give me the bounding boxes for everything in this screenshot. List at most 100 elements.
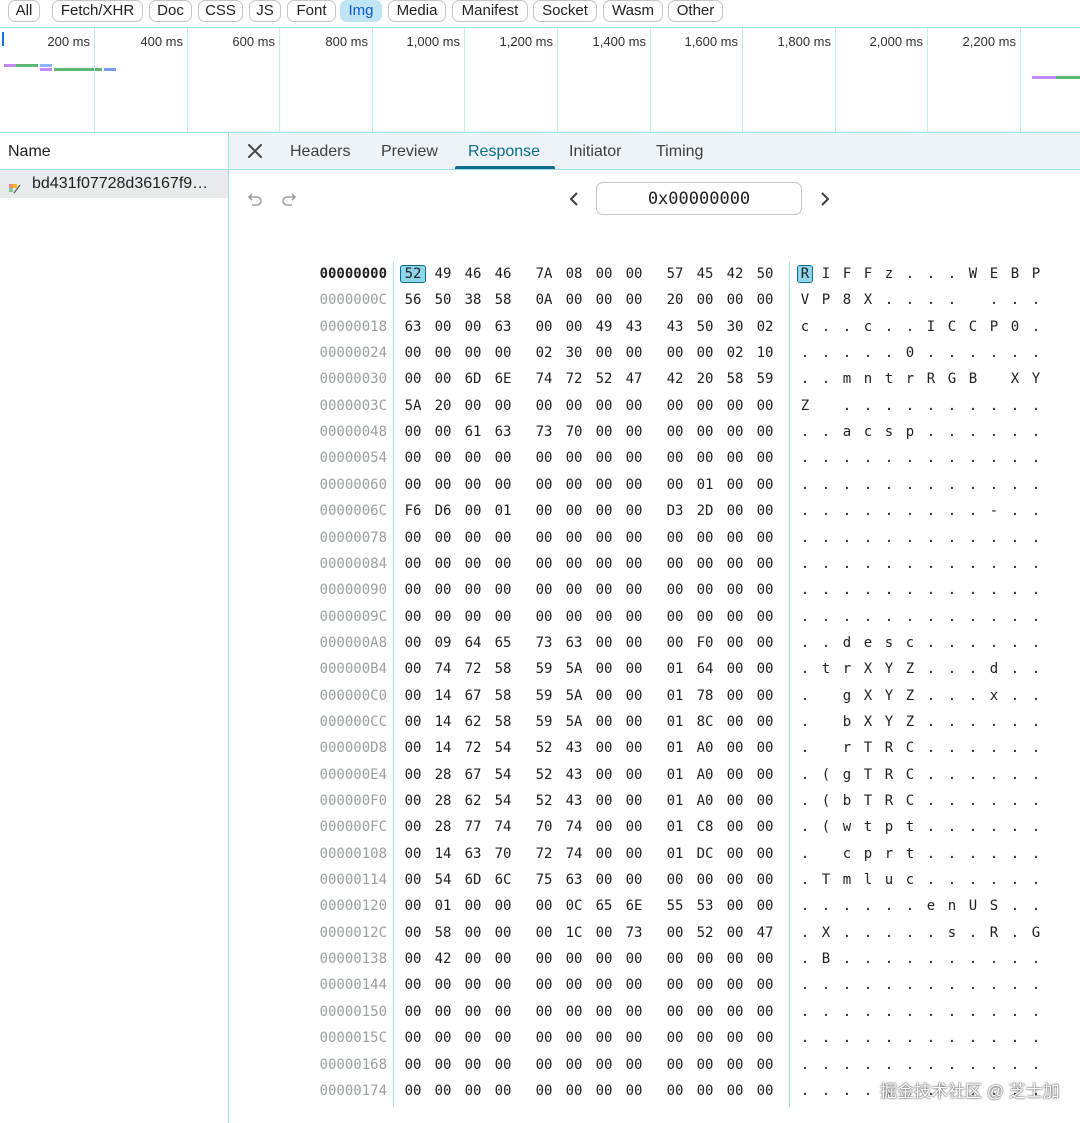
ascii-char[interactable]: C bbox=[903, 767, 917, 783]
ascii-char[interactable]: c bbox=[903, 635, 917, 651]
ascii-char[interactable]: . bbox=[987, 530, 1001, 546]
hex-byte[interactable]: 08 bbox=[562, 266, 586, 282]
ascii-char[interactable]: . bbox=[798, 556, 812, 572]
ascii-char[interactable]: . bbox=[903, 898, 917, 914]
filter-all-button[interactable]: All bbox=[8, 0, 40, 22]
ascii-char[interactable]: . bbox=[882, 503, 896, 519]
ascii-char[interactable]: . bbox=[987, 872, 1001, 888]
ascii-char[interactable]: . bbox=[966, 635, 980, 651]
filter-socket-button[interactable]: Socket bbox=[533, 0, 597, 22]
ascii-char[interactable]: . bbox=[903, 266, 917, 282]
ascii-char[interactable]: r bbox=[840, 740, 854, 756]
ascii-char[interactable]: . bbox=[987, 477, 1001, 493]
hex-byte[interactable]: 46 bbox=[461, 266, 485, 282]
ascii-char[interactable]: . bbox=[924, 925, 938, 941]
hex-byte[interactable]: 00 bbox=[663, 609, 687, 625]
hex-byte[interactable]: 00 bbox=[753, 872, 777, 888]
ascii-char[interactable]: . bbox=[1029, 714, 1043, 730]
hex-byte[interactable]: 00 bbox=[401, 740, 425, 756]
hex-byte[interactable]: 00 bbox=[753, 292, 777, 308]
ascii-char[interactable]: . bbox=[1029, 319, 1043, 335]
ascii-char[interactable]: . bbox=[924, 635, 938, 651]
hex-byte[interactable]: 58 bbox=[491, 292, 515, 308]
ascii-char[interactable]: . bbox=[798, 872, 812, 888]
hex-byte[interactable]: 00 bbox=[723, 609, 747, 625]
hex-byte[interactable]: 00 bbox=[592, 688, 616, 704]
ascii-char[interactable]: a bbox=[840, 424, 854, 440]
ascii-char[interactable]: . bbox=[966, 793, 980, 809]
hex-byte[interactable]: 49 bbox=[592, 319, 616, 335]
hex-byte[interactable]: 77 bbox=[461, 819, 485, 835]
hex-byte[interactable]: 00 bbox=[663, 925, 687, 941]
hex-byte[interactable]: 00 bbox=[753, 530, 777, 546]
hex-byte[interactable]: 00 bbox=[431, 371, 455, 387]
hex-byte[interactable]: 00 bbox=[663, 345, 687, 361]
hex-byte[interactable]: 57 bbox=[663, 266, 687, 282]
ascii-char[interactable]: . bbox=[798, 635, 812, 651]
hex-byte[interactable]: 00 bbox=[753, 819, 777, 835]
hex-byte[interactable]: 28 bbox=[431, 767, 455, 783]
hex-byte[interactable]: 42 bbox=[663, 371, 687, 387]
ascii-char[interactable]: B bbox=[819, 951, 833, 967]
ascii-char[interactable]: . bbox=[1029, 977, 1043, 993]
ascii-char[interactable]: . bbox=[861, 530, 875, 546]
hex-byte[interactable]: 00 bbox=[401, 767, 425, 783]
hex-byte[interactable]: 00 bbox=[461, 1004, 485, 1020]
hex-byte[interactable]: 73 bbox=[532, 424, 556, 440]
hex-byte[interactable]: 00 bbox=[723, 530, 747, 546]
ascii-char[interactable]: . bbox=[861, 450, 875, 466]
ascii-char[interactable]: . bbox=[882, 609, 896, 625]
ascii-char[interactable]: . bbox=[861, 503, 875, 519]
hex-byte[interactable]: 00 bbox=[663, 530, 687, 546]
ascii-char[interactable]: . bbox=[1029, 345, 1043, 361]
ascii-char[interactable]: Y bbox=[1029, 371, 1043, 387]
ascii-char[interactable]: . bbox=[903, 450, 917, 466]
hex-byte[interactable]: 53 bbox=[693, 898, 717, 914]
hex-byte[interactable]: 00 bbox=[461, 582, 485, 598]
ascii-char[interactable]: . bbox=[903, 609, 917, 625]
hex-byte[interactable]: 00 bbox=[491, 530, 515, 546]
ascii-char[interactable]: C bbox=[903, 793, 917, 809]
ascii-char[interactable]: . bbox=[861, 398, 875, 414]
ascii-char[interactable]: . bbox=[798, 530, 812, 546]
ascii-char[interactable]: . bbox=[882, 530, 896, 546]
ascii-char[interactable]: . bbox=[1008, 556, 1022, 572]
hex-byte[interactable]: 62 bbox=[461, 714, 485, 730]
hex-byte[interactable]: 00 bbox=[461, 898, 485, 914]
ascii-char[interactable]: . bbox=[945, 793, 959, 809]
ascii-char[interactable]: . bbox=[861, 609, 875, 625]
ascii-char[interactable]: Z bbox=[903, 714, 917, 730]
hex-byte[interactable]: 74 bbox=[491, 819, 515, 835]
ascii-char[interactable]: . bbox=[1008, 819, 1022, 835]
hex-byte[interactable]: 0A bbox=[532, 292, 556, 308]
hex-byte[interactable]: 00 bbox=[562, 292, 586, 308]
ascii-char[interactable]: . bbox=[798, 345, 812, 361]
hex-byte[interactable]: 00 bbox=[592, 740, 616, 756]
ascii-char[interactable]: . bbox=[903, 556, 917, 572]
hex-byte[interactable]: 30 bbox=[562, 345, 586, 361]
hex-byte[interactable]: 52 bbox=[693, 925, 717, 941]
hex-byte[interactable]: 00 bbox=[622, 767, 646, 783]
hex-byte[interactable]: 00 bbox=[401, 661, 425, 677]
hex-byte[interactable]: 00 bbox=[592, 530, 616, 546]
ascii-char[interactable]: . bbox=[903, 925, 917, 941]
ascii-char[interactable]: . bbox=[945, 688, 959, 704]
hex-byte[interactable]: 01 bbox=[663, 661, 687, 677]
hex-byte[interactable]: 00 bbox=[753, 503, 777, 519]
ascii-char[interactable]: . bbox=[924, 951, 938, 967]
ascii-char[interactable]: . bbox=[1008, 1057, 1022, 1073]
ascii-char[interactable]: . bbox=[1029, 635, 1043, 651]
hex-byte[interactable]: 01 bbox=[491, 503, 515, 519]
ascii-char[interactable]: . bbox=[861, 477, 875, 493]
hex-byte[interactable]: 00 bbox=[461, 925, 485, 941]
hex-byte[interactable]: 00 bbox=[562, 977, 586, 993]
redo-icon[interactable] bbox=[280, 190, 298, 213]
network-timeline-overview[interactable]: 200 ms 400 ms 600 ms 800 ms 1,000 ms 1,200 ms… bbox=[0, 27, 1080, 133]
ascii-char[interactable]: . bbox=[798, 898, 812, 914]
hex-byte[interactable]: 00 bbox=[401, 556, 425, 572]
ascii-char[interactable]: G bbox=[945, 371, 959, 387]
hex-byte[interactable]: 00 bbox=[693, 398, 717, 414]
hex-byte[interactable]: 00 bbox=[723, 688, 747, 704]
hex-byte[interactable]: 74 bbox=[562, 846, 586, 862]
ascii-char[interactable]: . bbox=[882, 925, 896, 941]
